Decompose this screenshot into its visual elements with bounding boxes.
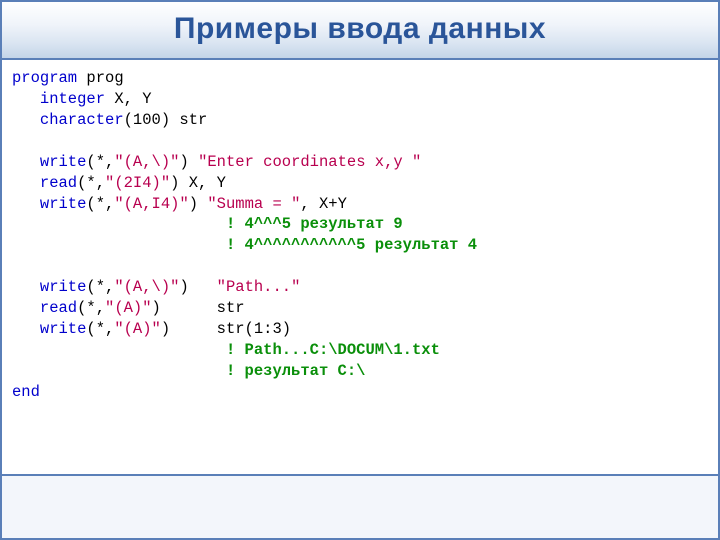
format-string: "(A,I4)" <box>114 195 188 213</box>
string-literal: "Enter coordinates x,y " <box>198 153 421 171</box>
code-text: (*, <box>86 195 114 213</box>
keyword-write: write <box>12 195 86 213</box>
code-text: (*, <box>77 299 105 317</box>
slide-container: Примеры ввода данных program prog intege… <box>0 0 720 540</box>
keyword-write: write <box>12 320 86 338</box>
slide-footer <box>2 476 718 538</box>
code-text: , X+Y <box>300 195 347 213</box>
format-string: "(A,\)" <box>114 278 179 296</box>
string-literal: "Summa = " <box>207 195 300 213</box>
identifier: prog <box>77 69 124 87</box>
slide-title: Примеры ввода данных <box>2 12 718 46</box>
keyword-read: read <box>12 174 77 192</box>
code-text: ) str(1:3) <box>161 320 291 338</box>
blank-line <box>12 257 21 275</box>
code-text: ) <box>179 153 198 171</box>
code-text: (*, <box>86 153 114 171</box>
code-text: ) str <box>152 299 245 317</box>
comment: ! результат C:\ <box>226 362 366 380</box>
keyword-write: write <box>12 153 86 171</box>
keyword-integer: integer <box>12 90 105 108</box>
code-text: (*, <box>86 278 114 296</box>
format-string: "(A)" <box>114 320 161 338</box>
indent <box>12 362 226 380</box>
format-string: "(A,\)" <box>114 153 179 171</box>
comment: ! 4^^^5 результат 9 <box>226 215 403 233</box>
code-text: ) <box>189 195 208 213</box>
code-text: ) X, Y <box>170 174 226 192</box>
comment: ! Path...C:\DOCUM\1.txt <box>226 341 440 359</box>
code-text: ) <box>179 278 216 296</box>
indent <box>12 341 226 359</box>
blank-line <box>12 132 21 150</box>
keyword-program: program <box>12 69 77 87</box>
code-text: (*, <box>77 174 105 192</box>
code-text: X, Y <box>105 90 152 108</box>
string-literal: "Path..." <box>217 278 301 296</box>
keyword-end: end <box>12 383 40 401</box>
title-bar: Примеры ввода данных <box>2 2 718 60</box>
comment: ! 4^^^^^^^^^^^5 результат 4 <box>226 236 477 254</box>
format-string: "(A)" <box>105 299 152 317</box>
code-text: (*, <box>86 320 114 338</box>
code-text: (100) str <box>124 111 208 129</box>
code-block: program prog integer X, Y character(100)… <box>2 60 718 476</box>
indent <box>12 236 226 254</box>
keyword-read: read <box>12 299 77 317</box>
keyword-character: character <box>12 111 124 129</box>
format-string: "(2I4)" <box>105 174 170 192</box>
indent <box>12 215 226 233</box>
keyword-write: write <box>12 278 86 296</box>
